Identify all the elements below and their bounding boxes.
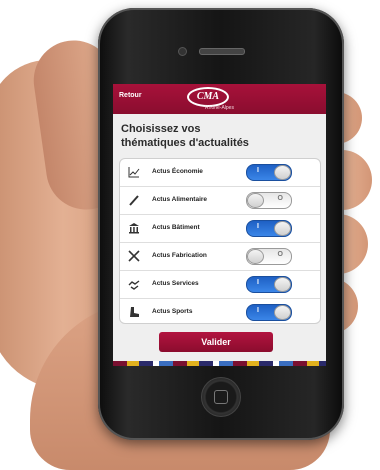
topic-row-economie: Actus Économie I (120, 159, 320, 187)
toggle-alimentaire[interactable]: O (246, 192, 292, 209)
toggle-economie[interactable]: I (246, 164, 292, 181)
validate-button[interactable]: Valider (159, 332, 273, 352)
topic-label: Actus Bâtiment (152, 224, 200, 231)
title-line-1: Choisissez vos (121, 123, 201, 135)
toggle-mark: I (257, 307, 259, 314)
earpiece (199, 48, 245, 55)
topic-row-sports: Actus Sports I (120, 299, 320, 326)
topic-label: Actus Économie (152, 168, 203, 175)
toggle-knob (274, 305, 291, 320)
region-label: Rhône-Alpes (205, 105, 234, 111)
topics-list: Actus Économie I Actus Alimentaire O Act… (119, 158, 321, 324)
topic-row-services: Actus Services I (120, 271, 320, 299)
toggle-knob (247, 193, 264, 208)
toggle-mark: O (277, 195, 283, 202)
topic-label: Actus Fabrication (152, 252, 207, 259)
toggle-mark: I (257, 223, 259, 230)
toggle-knob (247, 249, 264, 264)
toggle-knob (274, 277, 291, 292)
topic-row-fabrication: Actus Fabrication O (120, 243, 320, 271)
app-header: Retour CMA Rhône-Alpes (113, 84, 326, 114)
building-icon (128, 222, 140, 234)
boot-icon (128, 306, 140, 318)
toggle-knob (274, 165, 291, 180)
toggle-fabrication[interactable]: O (246, 248, 292, 265)
topic-label: Actus Alimentaire (152, 196, 208, 203)
knife-icon (128, 194, 140, 206)
toggle-mark: I (257, 279, 259, 286)
topic-row-alimentaire: Actus Alimentaire O (120, 187, 320, 215)
tools-icon (128, 250, 140, 262)
title-line-2: thématiques d'actualités (121, 137, 249, 149)
toggle-mark: O (277, 251, 283, 258)
cma-logo: CMA (187, 87, 229, 107)
app-screen: Retour CMA Rhône-Alpes Choisissez vos th… (113, 84, 326, 366)
home-button[interactable] (201, 377, 241, 417)
phone-device: Retour CMA Rhône-Alpes Choisissez vos th… (98, 8, 344, 440)
topic-row-batiment: Actus Bâtiment I (120, 215, 320, 243)
back-button[interactable]: Retour (119, 92, 142, 99)
topic-label: Actus Services (152, 280, 199, 287)
topic-label: Actus Sports (152, 308, 193, 315)
toggle-batiment[interactable]: I (246, 220, 292, 237)
toggle-knob (274, 221, 291, 236)
page-title: Choisissez vos thématiques d'actualités (121, 122, 321, 150)
toggle-mark: I (257, 167, 259, 174)
chart-icon (128, 166, 140, 178)
toggle-services[interactable]: I (246, 276, 292, 293)
decorative-stripe (113, 361, 326, 366)
services-icon (128, 278, 140, 290)
camera-icon (178, 47, 187, 56)
toggle-sports[interactable]: I (246, 304, 292, 321)
